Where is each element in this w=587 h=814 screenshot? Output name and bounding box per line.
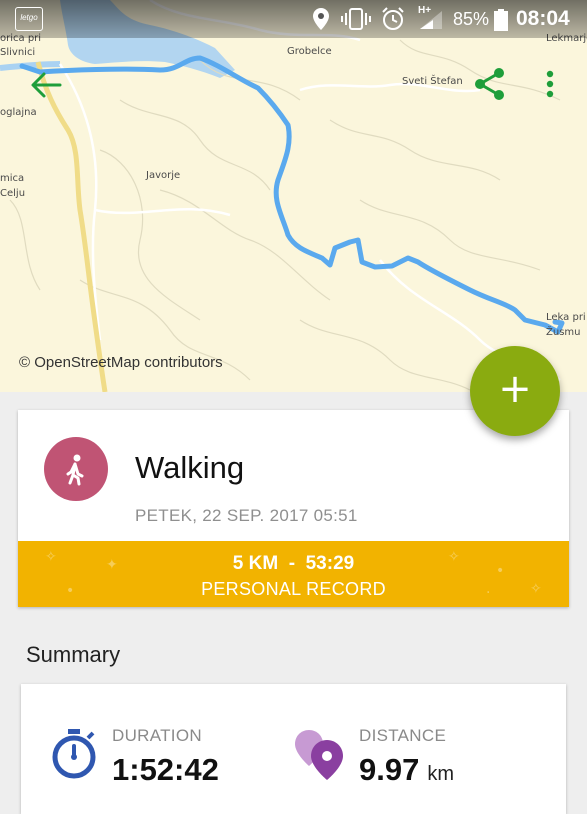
record-value: 5 KM - 53:29 <box>232 553 355 574</box>
route-map[interactable]: orica pri Slivnici Grobelce Sveti Štefan… <box>0 0 587 392</box>
place-label: Leka pri <box>546 312 586 323</box>
place-label: Javorje <box>146 170 181 181</box>
activity-title: Walking <box>135 450 245 485</box>
place-label: mica <box>0 173 25 184</box>
alarm-icon <box>382 7 404 30</box>
distance-unit: km <box>427 763 455 785</box>
add-button[interactable]: + <box>470 346 560 436</box>
distance-number: 9.97 <box>359 752 420 787</box>
workout-card[interactable]: Walking PETEK, 22 SEP. 2017 05:51 ✧ ✦ • … <box>18 410 569 607</box>
record-label: PERSONAL RECORD <box>201 579 386 599</box>
status-bar: letgo H+ 85% 08:04 <box>0 0 587 38</box>
place-label: Celju <box>0 188 26 199</box>
distance-value: 9.97 km <box>359 752 454 788</box>
place-label: Sveti Štefan <box>402 76 463 87</box>
map-canvas <box>0 0 565 392</box>
activity-avatar <box>44 437 108 501</box>
map-attribution[interactable]: © OpenStreetMap contributors <box>19 354 223 371</box>
place-label: Žusmu <box>546 327 581 338</box>
vibrate-icon <box>341 8 371 30</box>
walking-icon <box>66 454 84 486</box>
signal-icon <box>420 11 442 29</box>
arrow-left-icon[interactable] <box>28 70 64 100</box>
duration-value: 1:52:42 <box>112 752 219 787</box>
workout-date: PETEK, 22 SEP. 2017 05:51 <box>135 506 358 525</box>
clock: 08:04 <box>516 7 570 30</box>
summary-heading: Summary <box>26 642 121 667</box>
duration-label: DURATION <box>112 726 202 745</box>
summary-card: DURATION 1:52:42 DISTANCE 9.97 km <box>21 684 566 814</box>
place-label: Grobelce <box>287 46 332 57</box>
location-icon <box>313 8 329 30</box>
share-icon[interactable] <box>472 66 508 102</box>
stopwatch-icon <box>52 729 96 779</box>
place-label: Slivnici <box>0 47 36 58</box>
place-label: oglajna <box>0 107 37 118</box>
main-road <box>35 61 108 392</box>
battery-percent: 85% <box>453 9 490 29</box>
personal-record-banner[interactable]: ✧ ✦ • ✧ • ✧ · 5 KM - 53:29 PERSONAL RECO… <box>18 541 569 607</box>
location-pins-icon <box>295 730 343 780</box>
add-icon: + <box>498 366 532 412</box>
distance-label: DISTANCE <box>359 726 447 745</box>
letgo-notification-icon: letgo <box>15 7 43 31</box>
more-vert-icon[interactable] <box>538 66 562 102</box>
battery-icon <box>494 9 508 31</box>
